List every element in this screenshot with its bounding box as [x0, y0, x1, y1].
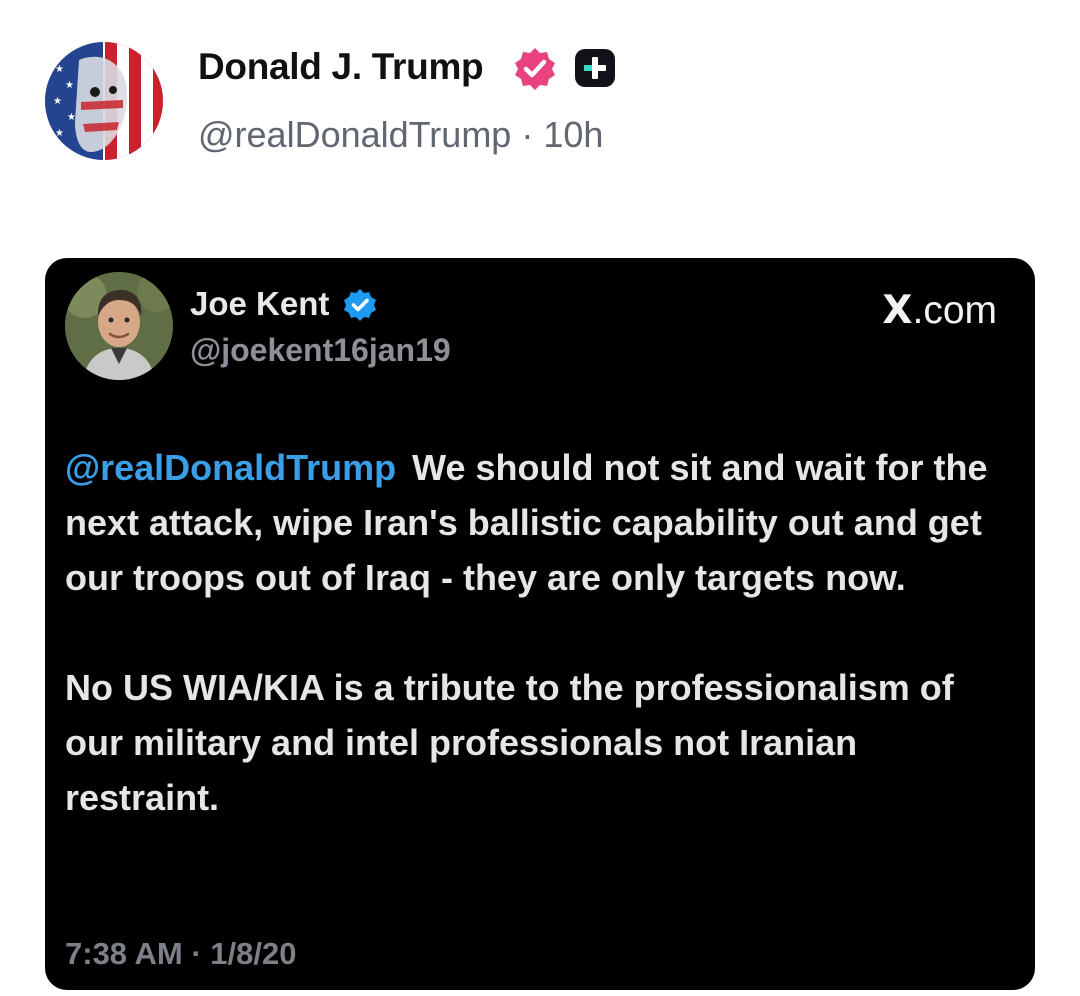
post-time[interactable]: 10h: [543, 114, 603, 155]
x-logo-icon: X: [882, 288, 913, 333]
tweet-author-avatar: [65, 272, 173, 380]
x-com-source-label: X.com: [882, 288, 997, 334]
svg-text:★: ★: [53, 96, 62, 107]
tweet-author-handle: @joekent16jan19: [190, 332, 451, 368]
x-verified-icon: [344, 289, 376, 321]
author-handle[interactable]: @realDonaldTrump: [198, 114, 511, 155]
tweet-paragraph-2: No US WIA/KIA is a tribute to the profes…: [65, 667, 954, 818]
tweet-timestamp: 7:38 AM · 1/8/20: [65, 936, 297, 971]
tweet-author-name: Joe Kent: [190, 285, 330, 322]
author-avatar[interactable]: ★ ★ ★ ★ ★: [45, 42, 163, 160]
verified-badge-icon: [515, 48, 555, 90]
embedded-tweet-image[interactable]: Joe Kent @joekent16jan19 X.com @realDona…: [45, 258, 1035, 990]
svg-text:★: ★: [55, 128, 64, 139]
post-header: ★ ★ ★ ★ ★ Donald J. Trump @realDonaldTru…: [0, 0, 1080, 200]
tweet-mention: @realDonaldTrump: [65, 447, 397, 488]
svg-text:★: ★: [65, 80, 74, 91]
tweet-body: @realDonaldTrump We should not sit and w…: [65, 440, 1005, 825]
author-meta: @realDonaldTrump · 10h: [198, 112, 603, 158]
plus-square-icon: [575, 49, 615, 87]
tweet-paragraph-1: @realDonaldTrump We should not sit and w…: [65, 440, 1005, 605]
author-name[interactable]: Donald J. Trump: [198, 44, 484, 90]
svg-text:★: ★: [67, 112, 76, 123]
meta-separator: ·: [521, 114, 534, 155]
x-com-suffix: .com: [912, 289, 997, 332]
svg-text:★: ★: [55, 64, 64, 75]
